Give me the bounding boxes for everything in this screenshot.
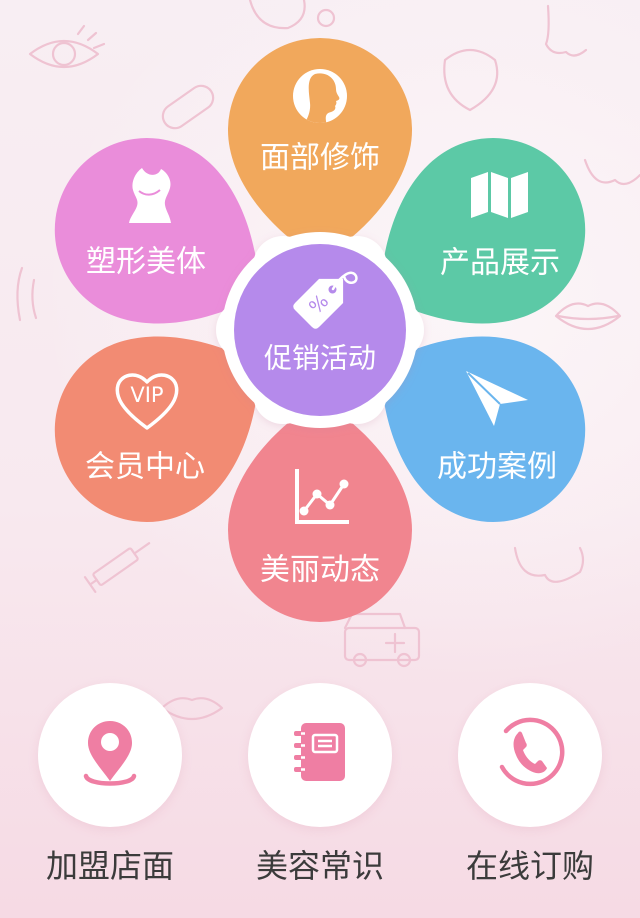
location-pin-icon [83,721,137,786]
petal-label: 产品展示 [440,246,560,281]
petal-label: 会员中心 [85,450,205,485]
shortcut-beauty-tips[interactable]: 美容常识 [230,683,410,893]
shortcut-label: 加盟店面 [45,847,174,885]
shortcut-disc [248,683,392,827]
shortcut-label: 在线订购 [465,847,594,885]
flower-menu: 面部修饰 产品展示 成功案例 美丽动态 VIP 会员中心 塑形美体 % 促销活动 [54,38,586,622]
petal-facial-care[interactable]: 面部修饰 [228,38,412,260]
body-torso-icon [129,168,171,223]
petal-label: 成功案例 [437,450,557,485]
phone-icon [499,717,565,787]
shortcut-disc [458,683,602,827]
petal-label: 面部修饰 [260,141,380,176]
center-promotions[interactable]: % 促销活动 [234,244,406,416]
petal-label: 塑形美体 [86,245,206,280]
petal-beauty-news[interactable]: 美丽动态 [228,400,412,622]
folded-map-icon [471,172,528,218]
notebook-icon [294,723,345,781]
center-disc [234,244,406,416]
app-screen: 面部修饰 产品展示 成功案例 美丽动态 VIP 会员中心 塑形美体 % 促销活动… [0,0,640,918]
shortcut-label: 美容常识 [255,847,384,885]
petal-shape [228,400,412,622]
shortcut-disc [38,683,182,827]
center-label: 促销活动 [264,342,376,375]
vip-badge-text: VIP [130,383,163,407]
shortcut-franchise-stores[interactable]: 加盟店面 [20,683,200,893]
shortcut-online-order[interactable]: 在线订购 [440,683,620,893]
petal-label: 美丽动态 [260,553,380,588]
